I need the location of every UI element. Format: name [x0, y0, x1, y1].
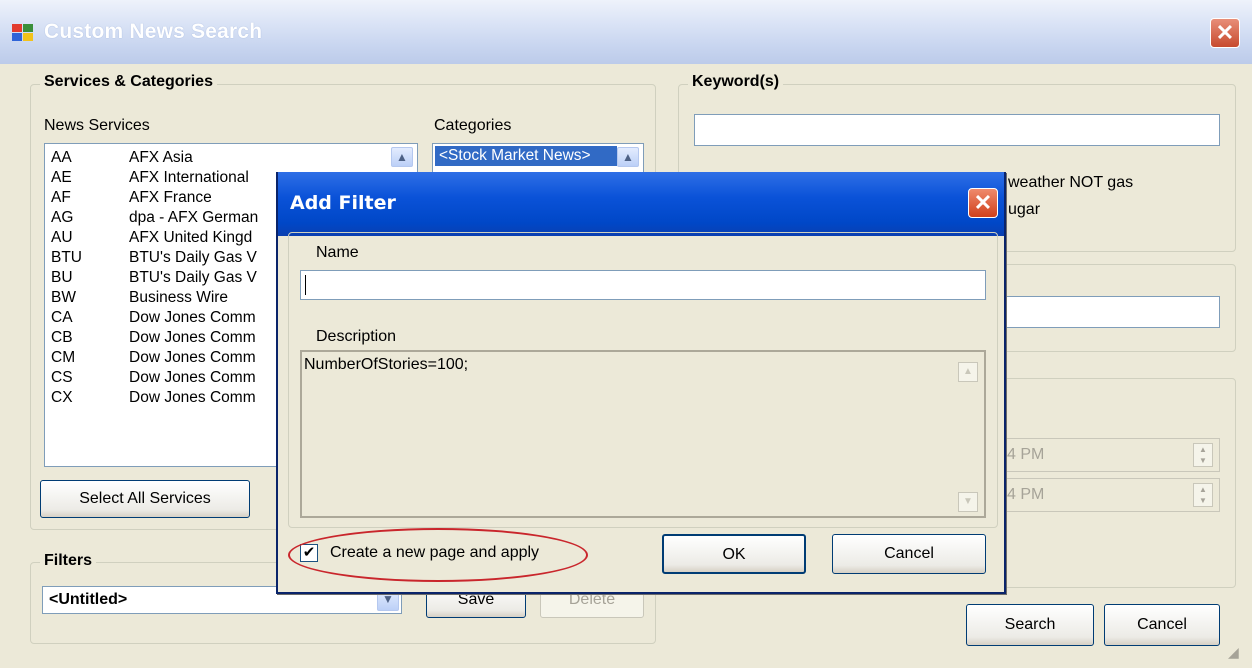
keyword-hint-2: ugar — [1008, 201, 1041, 218]
service-code: AG — [51, 209, 74, 226]
description-scroll-up-icon: ▲ — [958, 362, 978, 382]
name-input[interactable] — [300, 270, 986, 300]
service-code: CS — [51, 369, 73, 386]
service-name: Dow Jones Comm — [129, 369, 256, 386]
service-code: BW — [51, 289, 76, 306]
service-name: Dow Jones Comm — [129, 329, 256, 346]
services-categories-label: Services & Categories — [40, 73, 217, 91]
service-name: Dow Jones Comm — [129, 349, 256, 366]
description-textarea[interactable]: NumberOfStories=100; ▲ ▼ — [300, 350, 986, 518]
service-code: AU — [51, 229, 73, 246]
service-name: Dow Jones Comm — [129, 389, 256, 406]
categories-scroll-up-icon[interactable]: ▲ — [617, 147, 639, 167]
main-cancel-button[interactable]: Cancel — [1104, 604, 1220, 646]
service-code: CM — [51, 349, 76, 366]
description-value: NumberOfStories=100; — [304, 356, 469, 373]
service-name: AFX International — [129, 169, 249, 186]
select-all-services-button[interactable]: Select All Services — [40, 480, 250, 518]
service-name: Business Wire — [129, 289, 229, 306]
service-code: BTU — [51, 249, 82, 266]
service-code: BU — [51, 269, 73, 286]
news-services-label: News Services — [44, 117, 150, 134]
to-time-spin-icon: ▲ ▼ — [1193, 483, 1213, 507]
service-code: CX — [51, 389, 73, 406]
ok-button[interactable]: OK — [662, 534, 806, 574]
category-item-selected[interactable]: <Stock Market News> — [435, 146, 617, 166]
search-button[interactable]: Search — [966, 604, 1094, 646]
keywords-input[interactable] — [694, 114, 1220, 146]
from-time-spin-icon: ▲ ▼ — [1193, 443, 1213, 467]
dialog-close-icon[interactable]: ✕ — [968, 188, 998, 218]
service-name: AFX Asia — [129, 149, 193, 166]
service-code: AA — [51, 149, 72, 166]
highlight-annotation — [288, 528, 588, 582]
service-code: CA — [51, 309, 73, 326]
text-cursor — [305, 275, 306, 295]
service-code: AF — [51, 189, 71, 206]
keywords-label: Keyword(s) — [688, 73, 784, 91]
dialog-cancel-button[interactable]: Cancel — [832, 534, 986, 574]
service-name: BTU's Daily Gas V — [129, 249, 257, 266]
app-icon — [12, 22, 34, 42]
service-code: AE — [51, 169, 72, 186]
categories-label: Categories — [434, 117, 512, 134]
service-name: BTU's Daily Gas V — [129, 269, 257, 286]
service-name: Dow Jones Comm — [129, 309, 256, 326]
window-close-icon[interactable]: ✕ — [1210, 18, 1240, 48]
description-scroll-down-icon: ▼ — [958, 492, 978, 512]
from-time-value: 4 PM — [1007, 446, 1045, 463]
resize-grip-icon[interactable]: ◢ — [1228, 644, 1248, 664]
service-list-item[interactable]: AA AFX Asia — [45, 148, 417, 168]
keyword-hint-1: weather NOT gas — [1008, 174, 1134, 191]
dialog-title: Add Filter — [290, 192, 396, 214]
to-time-value: 4 PM — [1007, 486, 1045, 503]
filters-label: Filters — [40, 552, 97, 570]
name-label: Name — [316, 244, 359, 261]
service-name: AFX United Kingd — [129, 229, 253, 246]
services-scroll-up-icon[interactable]: ▲ — [391, 147, 413, 167]
description-label: Description — [316, 328, 397, 345]
filters-dropdown-value: <Untitled> — [49, 591, 128, 608]
window-title: Custom News Search — [44, 20, 263, 43]
service-name: AFX France — [129, 189, 212, 206]
service-code: CB — [51, 329, 73, 346]
service-name: dpa - AFX German — [129, 209, 259, 226]
